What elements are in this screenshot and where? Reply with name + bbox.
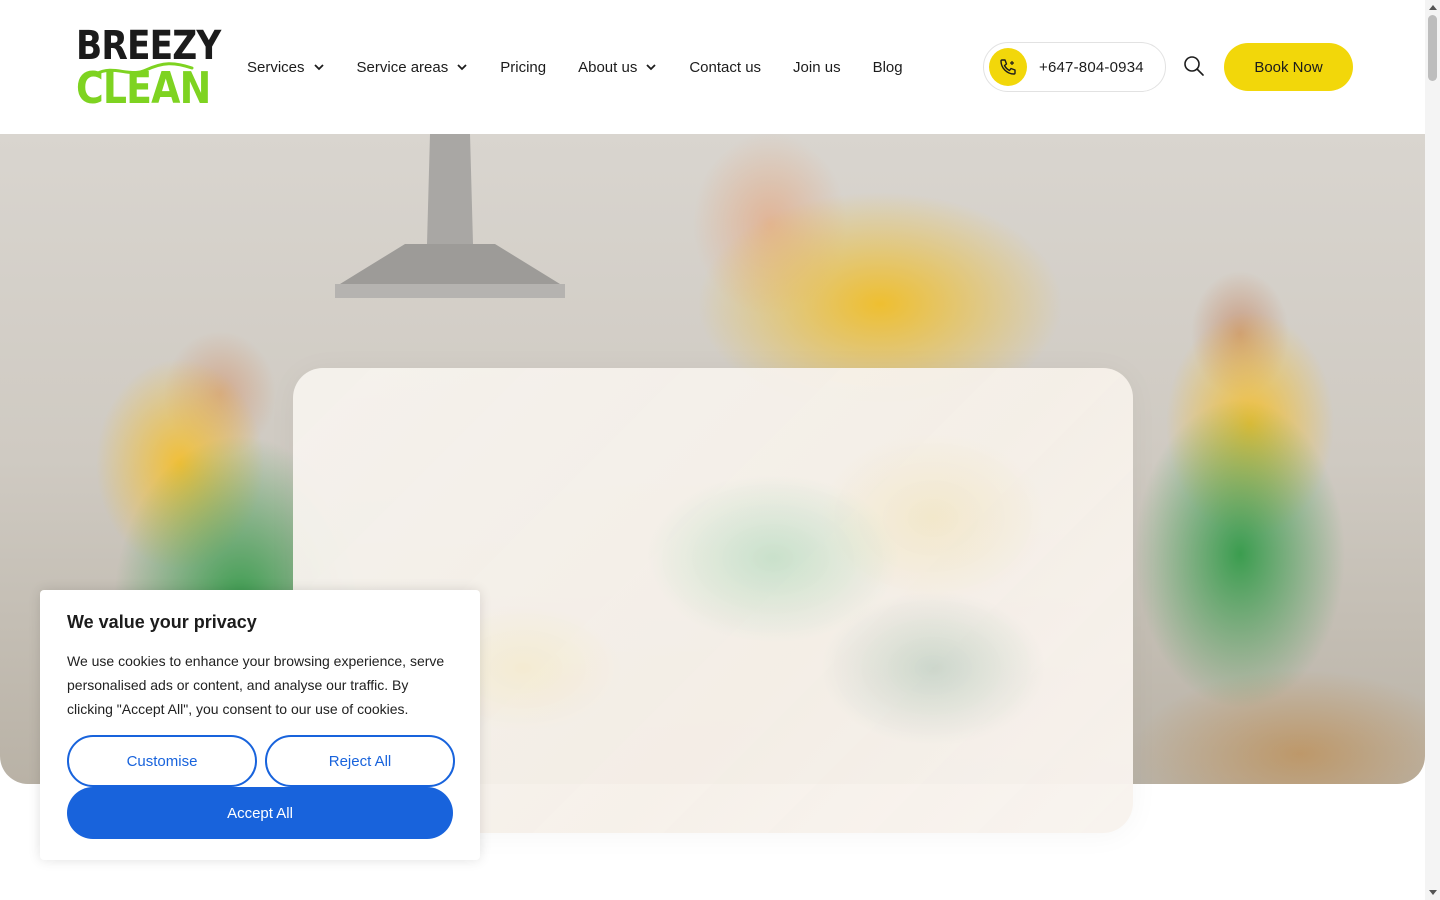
scroll-up-arrow-icon[interactable]	[1425, 0, 1440, 14]
chevron-down-icon	[313, 64, 324, 71]
cookie-description: We use cookies to enhance your browsing …	[67, 653, 445, 717]
reject-all-button[interactable]: Reject All	[265, 735, 455, 787]
phone-link[interactable]: +647-804-0934	[983, 42, 1166, 92]
logo-word-bottom: CLEAN	[76, 63, 211, 114]
site-logo[interactable]: BREEZY CLEAN	[76, 24, 221, 114]
nav-item-pricing[interactable]: Pricing	[500, 59, 546, 76]
customise-button[interactable]: Customise	[67, 735, 257, 787]
nav-item-blog[interactable]: Blog	[873, 59, 903, 76]
phone-number: +647-804-0934	[1039, 58, 1144, 76]
search-button[interactable]	[1183, 55, 1205, 77]
cookie-title: We value your privacy	[67, 612, 257, 632]
cookie-consent-banner: We value your privacy We use cookies to …	[40, 590, 480, 860]
phone-icon	[989, 48, 1027, 86]
nav-item-about-us[interactable]: About us	[578, 59, 657, 76]
nav-item-services[interactable]: Services	[247, 59, 325, 76]
nav-item-service-areas[interactable]: Service areas	[357, 59, 469, 76]
nav-item-contact-us[interactable]: Contact us	[689, 59, 761, 76]
book-now-button[interactable]: Book Now	[1224, 43, 1353, 91]
scrollbar-thumb[interactable]	[1428, 15, 1437, 81]
search-icon	[1184, 56, 1204, 76]
nav-item-join-us[interactable]: Join us	[793, 59, 841, 76]
site-header: BREEZY CLEAN Services Service areas Pric…	[0, 0, 1425, 134]
main-nav: Services Service areas Pricing About us …	[247, 56, 935, 78]
chevron-down-icon	[646, 64, 656, 71]
scroll-down-arrow-icon[interactable]	[1425, 886, 1440, 900]
chevron-down-icon	[457, 64, 467, 71]
accept-all-button[interactable]: Accept All	[67, 787, 453, 839]
page-scrollbar[interactable]	[1425, 0, 1440, 900]
range-hood-graphic	[335, 134, 565, 298]
cookie-button-row: Customise Reject All	[67, 735, 463, 787]
